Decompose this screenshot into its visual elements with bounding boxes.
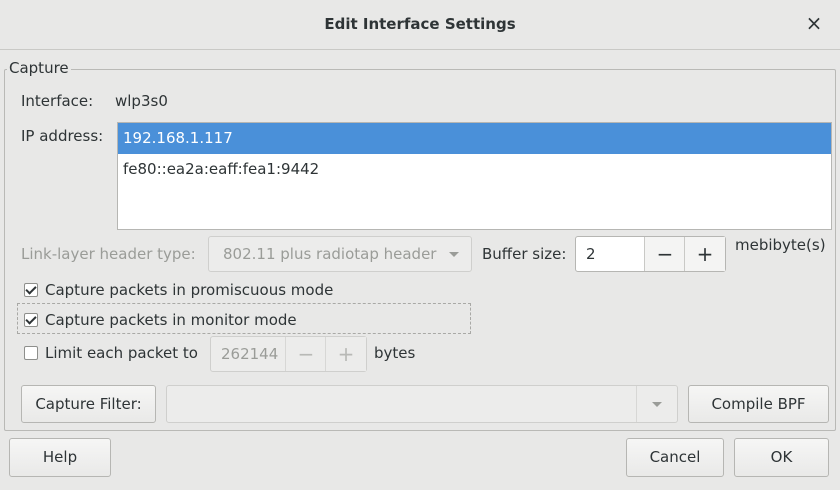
- limit-packet-checkbox[interactable]: [24, 346, 38, 360]
- promiscuous-checkbox[interactable]: [24, 283, 38, 297]
- compile-bpf-button[interactable]: Compile BPF: [688, 385, 829, 423]
- link-layer-value: 802.11 plus radiotap header: [223, 245, 437, 263]
- window-title: Edit Interface Settings: [324, 15, 516, 33]
- ip-address-list[interactable]: 192.168.1.117 fe80::ea2a:eaff:fea1:9442: [117, 122, 832, 230]
- capture-filter-input[interactable]: [166, 385, 678, 423]
- limit-packet-label[interactable]: Limit each packet to: [45, 344, 198, 362]
- ip-address-label: IP address:: [21, 127, 104, 145]
- limit-unit-label: bytes: [374, 344, 416, 362]
- capture-group-label: Capture: [7, 59, 71, 77]
- chevron-down-icon[interactable]: [636, 386, 677, 422]
- capture-filter-button[interactable]: Capture Filter:: [21, 385, 156, 423]
- link-layer-label: Link-layer header type:: [21, 245, 196, 263]
- close-icon[interactable]: ×: [804, 12, 824, 34]
- buffer-decrement-button[interactable]: −: [644, 237, 685, 271]
- limit-packet-value[interactable]: 262144: [211, 337, 278, 371]
- monitor-mode-checkbox[interactable]: [24, 313, 38, 327]
- limit-decrement-button[interactable]: −: [285, 337, 326, 371]
- cancel-button[interactable]: Cancel: [626, 438, 724, 477]
- help-button[interactable]: Help: [9, 438, 111, 477]
- title-bar: Edit Interface Settings ×: [0, 0, 840, 50]
- buffer-increment-button[interactable]: +: [684, 237, 725, 271]
- interface-label: Interface:: [21, 92, 94, 110]
- buffer-unit-label: mebibyte(s): [735, 236, 826, 254]
- buffer-size-spinbox[interactable]: 2 − +: [575, 236, 726, 272]
- buffer-size-label: Buffer size:: [482, 245, 567, 263]
- list-item[interactable]: 192.168.1.117: [118, 123, 831, 154]
- buffer-size-value[interactable]: 2: [576, 237, 596, 271]
- interface-value: wlp3s0: [115, 92, 168, 110]
- list-item[interactable]: fe80::ea2a:eaff:fea1:9442: [118, 154, 831, 185]
- monitor-mode-label[interactable]: Capture packets in monitor mode: [45, 311, 297, 329]
- limit-increment-button[interactable]: +: [325, 337, 366, 371]
- promiscuous-label[interactable]: Capture packets in promiscuous mode: [45, 281, 333, 299]
- chevron-down-icon: [449, 252, 459, 257]
- limit-packet-spinbox[interactable]: 262144 − +: [210, 336, 367, 372]
- link-layer-combo[interactable]: 802.11 plus radiotap header: [208, 236, 472, 272]
- ok-button[interactable]: OK: [734, 438, 829, 477]
